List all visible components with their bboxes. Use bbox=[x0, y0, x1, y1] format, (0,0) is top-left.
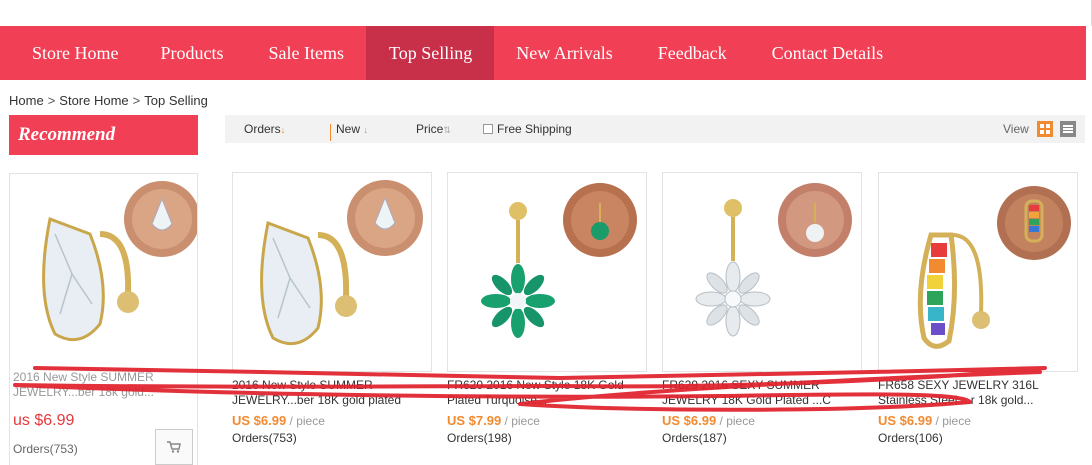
sort-arrow-icon: ↓ bbox=[363, 125, 368, 135]
product-unit: / piece bbox=[719, 414, 755, 428]
rainbow-crystal-belly-ring-image bbox=[917, 186, 1071, 349]
product-info: FR658 SEXY JEWELRY 316L Stainless Steel … bbox=[878, 378, 1083, 445]
nav-products[interactable]: Products bbox=[140, 26, 245, 80]
product-info: 2016 New Style SUMMER JEWELRY...ber 18K … bbox=[232, 378, 437, 445]
store-nav-bar: Store Home Products Sale Items Top Selli… bbox=[0, 26, 1086, 80]
sort-price[interactable]: Price⇅ bbox=[416, 122, 451, 136]
product-title[interactable]: FR658 SEXY JEWELRY 316L Stainless Steel … bbox=[878, 378, 1083, 408]
breadcrumb-separator: > bbox=[47, 93, 56, 108]
sort-arrows-icon: ⇅ bbox=[443, 125, 451, 135]
product-price-line: US $7.99 / piece bbox=[447, 413, 652, 428]
product-title[interactable]: 2016 New Style SUMMER JEWELRY...ber 18K … bbox=[232, 378, 437, 408]
teardrop-crystal-ring-image[interactable] bbox=[10, 174, 197, 364]
breadcrumb-separator: > bbox=[132, 93, 141, 108]
product-price-line: US $6.99 / piece bbox=[878, 413, 1083, 428]
nav-top-selling[interactable]: Top Selling bbox=[365, 26, 495, 80]
nav-store-home[interactable]: Store Home bbox=[0, 26, 140, 80]
free-shipping-label: Free Shipping bbox=[497, 122, 572, 136]
top-blank-bar bbox=[0, 0, 1092, 26]
product-card-image[interactable] bbox=[447, 172, 647, 372]
product-info: FR620 2016 New Style 18K Gold Plated Tur… bbox=[447, 378, 652, 445]
toolbar-divider bbox=[330, 124, 331, 141]
free-shipping-filter[interactable]: Free Shipping bbox=[483, 122, 572, 136]
product-title[interactable]: FR629 2016 SEXY SUMMER JEWELRY 18K Gold … bbox=[662, 378, 867, 408]
nav-new-arrivals[interactable]: New Arrivals bbox=[494, 26, 634, 80]
breadcrumb: Home > Store Home > Top Selling bbox=[9, 93, 212, 108]
add-to-cart-button[interactable] bbox=[155, 429, 193, 465]
sort-toolbar: Orders↓ New ↓ Price⇅ Free Shipping View bbox=[225, 115, 1085, 143]
product-price: US $6.99 bbox=[662, 413, 717, 428]
view-label: View bbox=[1003, 122, 1029, 136]
product-unit: / piece bbox=[504, 414, 540, 428]
product-price: US $6.99 bbox=[232, 413, 287, 428]
product-info: FR629 2016 SEXY SUMMER JEWELRY 18K Gold … bbox=[662, 378, 867, 445]
sort-arrow-icon: ↓ bbox=[280, 125, 286, 135]
product-orders: Orders(187) bbox=[662, 431, 727, 445]
recommend-item-price: us $6.99 bbox=[13, 412, 75, 429]
product-card-image[interactable] bbox=[878, 172, 1078, 372]
breadcrumb-home[interactable]: Home bbox=[9, 93, 44, 108]
sort-price-label: Price bbox=[416, 122, 444, 136]
recommend-item-orders: Orders(753) bbox=[13, 442, 78, 456]
nav-contact-details[interactable]: Contact Details bbox=[749, 26, 905, 80]
sort-orders-label: Orders bbox=[244, 122, 281, 136]
product-price-line: US $6.99 / piece bbox=[662, 413, 867, 428]
product-title[interactable]: FR620 2016 New Style 18K Gold Plated Tur… bbox=[447, 378, 652, 408]
recommend-heading: Recommend bbox=[9, 115, 198, 155]
nav-feedback[interactable]: Feedback bbox=[635, 26, 749, 80]
sort-new[interactable]: New ↓ bbox=[336, 122, 368, 136]
nav-sale-items[interactable]: Sale Items bbox=[245, 26, 365, 80]
recommend-card[interactable]: 2016 New Style SUMMER JEWELRY...ber 18k … bbox=[9, 173, 198, 465]
cart-icon bbox=[167, 441, 181, 453]
sort-orders[interactable]: Orders↓ bbox=[244, 122, 285, 136]
product-orders: Orders(106) bbox=[878, 431, 943, 445]
product-price: US $6.99 bbox=[878, 413, 933, 428]
product-unit: / piece bbox=[289, 414, 325, 428]
free-shipping-checkbox[interactable] bbox=[483, 124, 493, 134]
clear-flower-belly-ring-image bbox=[695, 183, 852, 337]
breadcrumb-store-home[interactable]: Store Home bbox=[59, 93, 128, 108]
breadcrumb-current: Top Selling bbox=[144, 93, 208, 108]
product-card-image[interactable] bbox=[662, 172, 862, 372]
recommend-item-title[interactable]: 2016 New Style SUMMER JEWELRY...ber 18k … bbox=[13, 370, 173, 400]
product-orders: Orders(753) bbox=[232, 431, 297, 445]
green-flower-belly-ring-image bbox=[481, 183, 637, 338]
list-view-icon[interactable] bbox=[1060, 121, 1076, 137]
product-price: US $7.99 bbox=[447, 413, 502, 428]
sort-new-label: New bbox=[336, 122, 361, 136]
teardrop-crystal-ring-image bbox=[260, 180, 423, 346]
product-orders: Orders(198) bbox=[447, 431, 512, 445]
product-price-line: US $6.99 / piece bbox=[232, 413, 437, 428]
product-card-image[interactable] bbox=[232, 172, 432, 372]
product-unit: / piece bbox=[935, 414, 971, 428]
grid-view-icon[interactable] bbox=[1037, 121, 1053, 137]
